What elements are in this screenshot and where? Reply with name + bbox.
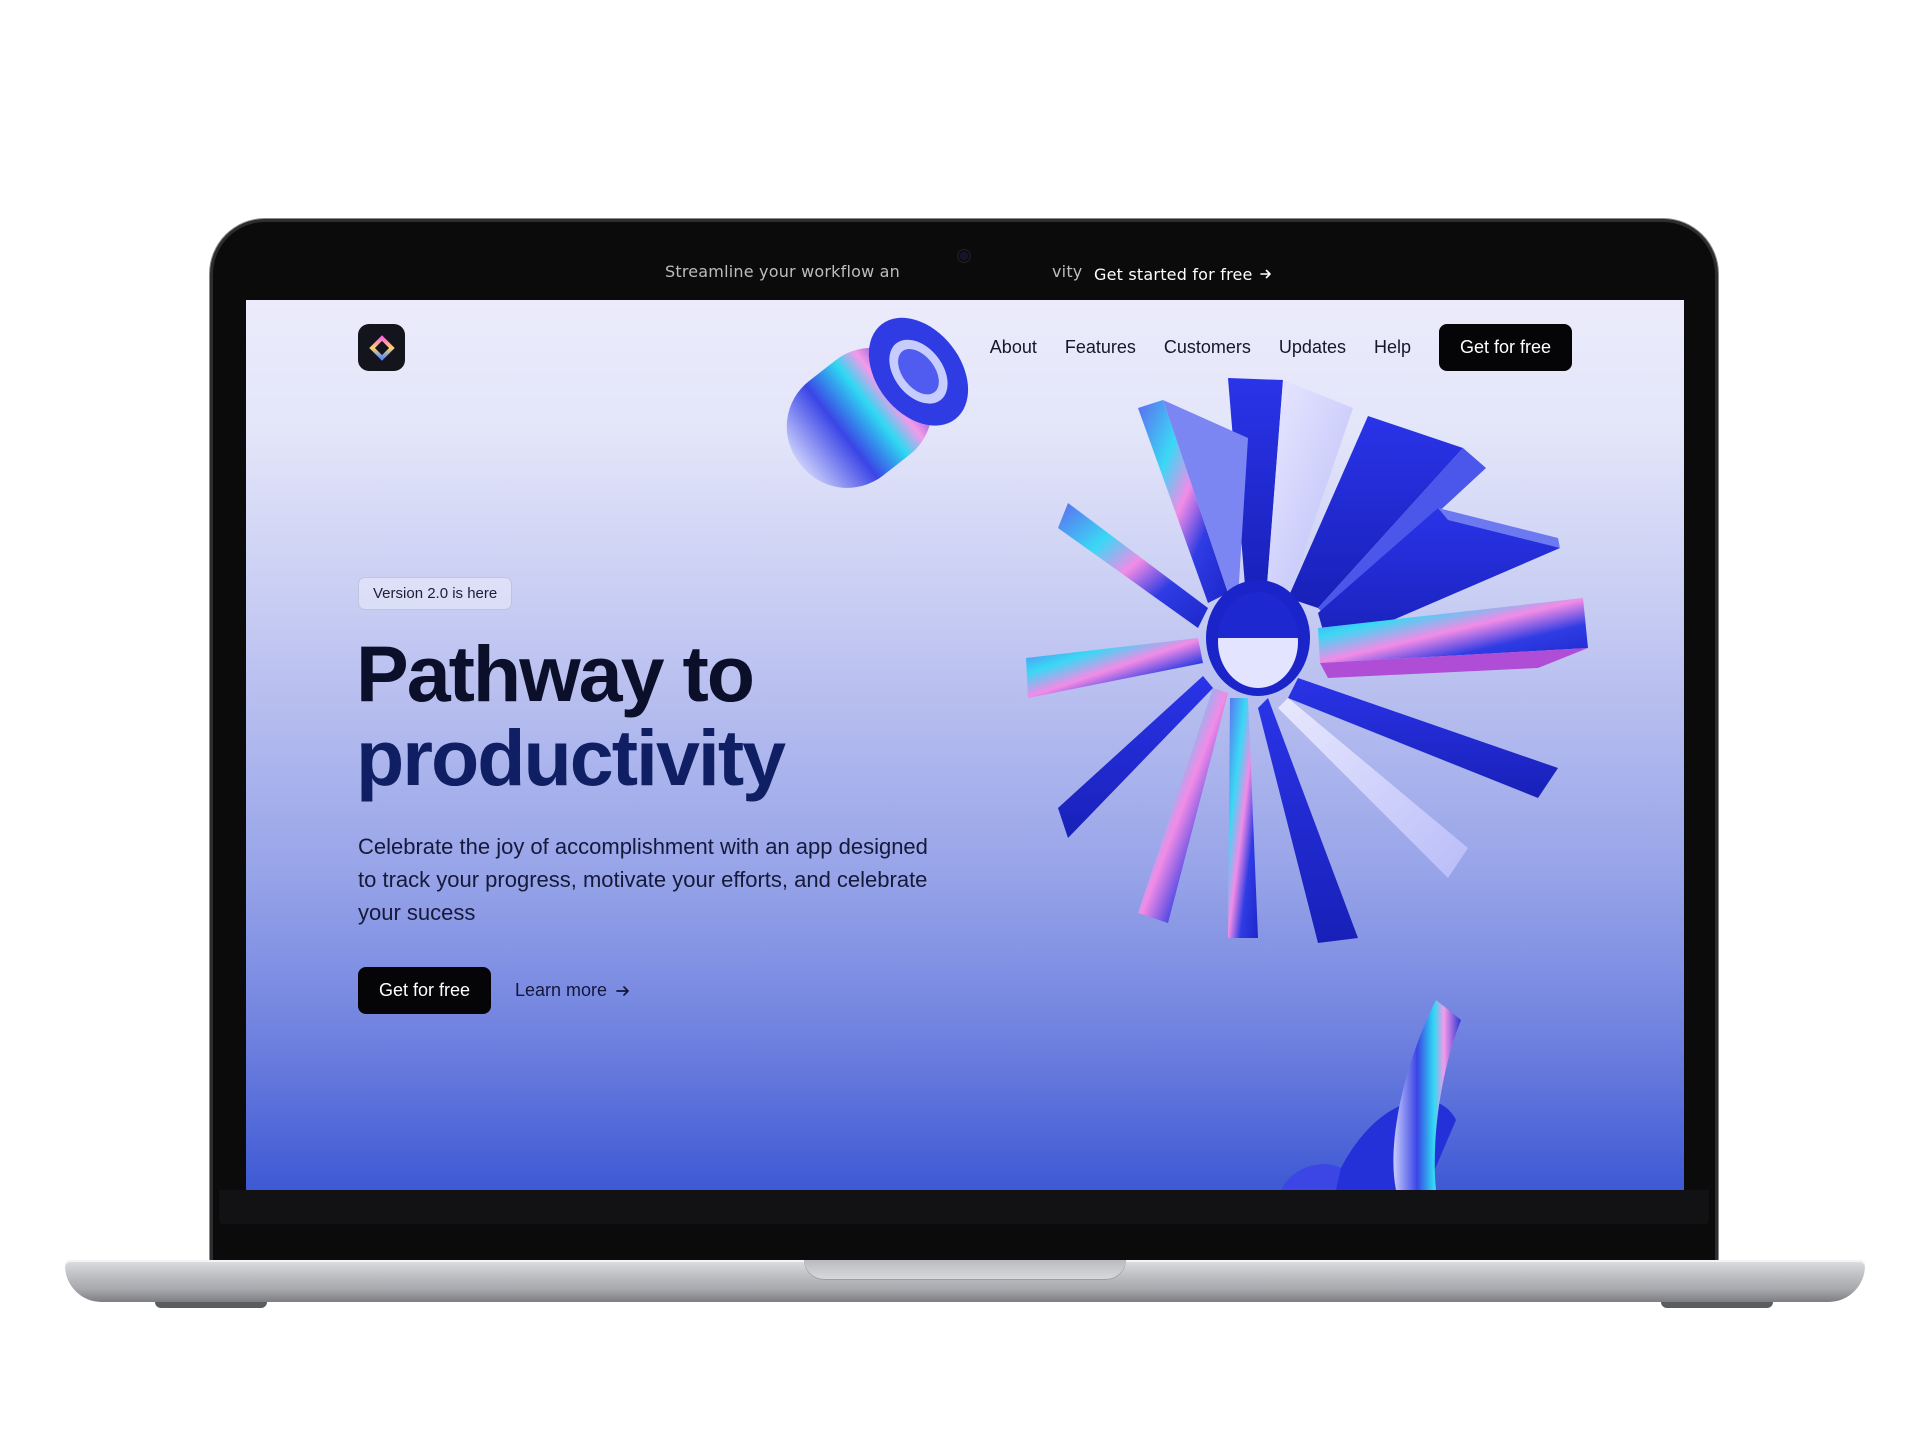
learn-more-link[interactable]: Learn more <box>515 980 631 1001</box>
arrow-right-icon <box>1259 269 1271 279</box>
learn-more-label: Learn more <box>515 980 608 1000</box>
version-badge: Version 2.0 is here <box>358 577 513 610</box>
logo-button[interactable] <box>358 324 405 371</box>
webcam <box>958 250 970 262</box>
announcement-text-right: vity <box>1052 262 1083 281</box>
hero-title-line2: productivity <box>356 713 786 802</box>
laptop-foot-left <box>155 1302 267 1308</box>
diamond-logo-icon <box>368 334 395 361</box>
hero-title-line1: Pathway to <box>356 629 755 718</box>
announcement-cta-label: Get started for free <box>1094 264 1253 284</box>
nav-features[interactable]: Features <box>1065 337 1136 358</box>
announcement-cta-link[interactable]: Get started for free <box>1094 262 1273 286</box>
main-nav: About Features Customers Updates Help Ge… <box>990 324 1572 371</box>
screen-bezel-bottom <box>219 1190 1709 1224</box>
nav-about[interactable]: About <box>990 337 1037 358</box>
nav-help[interactable]: Help <box>1374 337 1411 358</box>
hero-actions: Get for free Learn more <box>358 967 631 1014</box>
laptop-foot-right <box>1661 1302 1773 1308</box>
hero-get-for-free-button[interactable]: Get for free <box>358 967 491 1014</box>
hero-title: Pathway to productivity <box>356 629 786 802</box>
header-get-for-free-button[interactable]: Get for free <box>1439 324 1572 371</box>
nav-updates[interactable]: Updates <box>1279 337 1346 358</box>
laptop-thumb-notch <box>804 1260 1126 1280</box>
hero-description: Celebrate the joy of accomplishment with… <box>358 834 928 925</box>
nav-customers[interactable]: Customers <box>1164 337 1251 358</box>
arrow-right-icon <box>616 985 629 996</box>
announcement-text-left: Streamline your workflow an <box>665 262 901 281</box>
website-screen: About Features Customers Updates Help Ge… <box>246 300 1684 1190</box>
